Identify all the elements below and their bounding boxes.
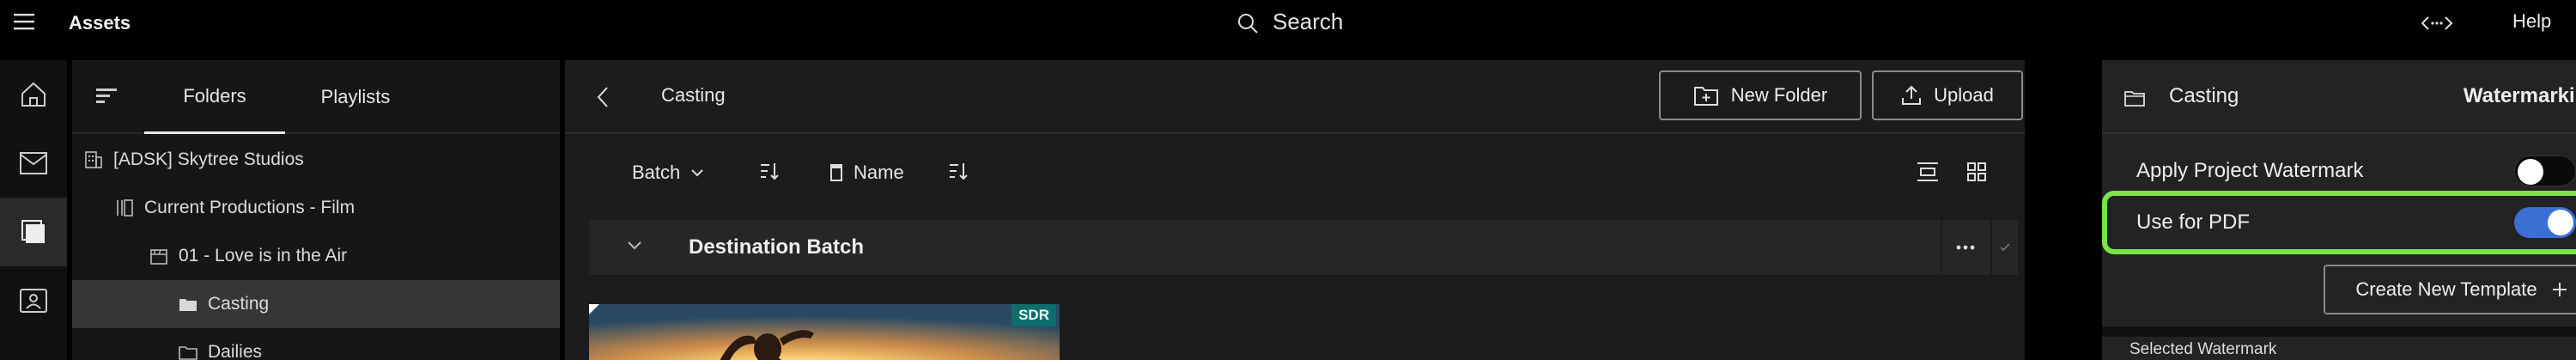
- tree-item-label: Current Productions - Film: [144, 198, 355, 217]
- sort-lines-icon[interactable]: [96, 88, 117, 105]
- panel-tabs: Folders Playlists: [72, 60, 560, 134]
- grid-view-icon[interactable]: [1966, 162, 1987, 182]
- film-strip-icon: [115, 198, 134, 217]
- hamburger-menu-icon[interactable]: [14, 12, 43, 36]
- top-bar: Assets Search Help: [0, 0, 2576, 48]
- tree-item-love-is-in-the-air[interactable]: 01 - Love is in the Air: [72, 232, 560, 280]
- inbox-icon[interactable]: [0, 129, 67, 198]
- sunset-image: [589, 304, 1060, 360]
- panel-section-title: Watermarking: [2463, 84, 2576, 107]
- sort-direction-icon[interactable]: [948, 162, 969, 180]
- create-new-template-button[interactable]: Create New Template: [2324, 265, 2576, 314]
- assets-icon[interactable]: [0, 198, 67, 266]
- app-title: Assets: [69, 12, 131, 34]
- back-chevron-icon[interactable]: [596, 86, 610, 108]
- main-content: Casting New Folder Upload Batch Name Des…: [565, 60, 2025, 360]
- tree-item-label: [ADSK] Skytree Studios: [113, 149, 304, 169]
- tree-item-label: 01 - Love is in the Air: [179, 246, 348, 265]
- new-folder-button[interactable]: New Folder: [1659, 70, 1862, 120]
- building-icon: [84, 150, 103, 169]
- search-box[interactable]: Search: [1236, 7, 1443, 38]
- batch-dropdown[interactable]: Batch: [632, 162, 704, 184]
- tree-item-casting[interactable]: Casting: [72, 280, 560, 328]
- help-link[interactable]: Help: [2512, 10, 2551, 33]
- collapse-chevron-icon[interactable]: [627, 241, 642, 251]
- new-folder-label: New Folder: [1730, 84, 1828, 106]
- divider: [2102, 326, 2576, 337]
- left-nav-rail: [0, 60, 67, 360]
- tab-playlists[interactable]: Playlists: [285, 60, 426, 134]
- selected-watermark-label: Selected Watermark: [2129, 340, 2277, 358]
- tree-item-dailies[interactable]: Dailies: [72, 328, 560, 360]
- panel-folder-title: Casting: [2169, 84, 2239, 107]
- tree-item-label: Casting: [208, 294, 270, 314]
- panel-header: Casting Watermarking: [2102, 60, 2576, 134]
- embed-code-icon[interactable]: [2420, 12, 2454, 36]
- tree-item-skytree-studios[interactable]: [ADSK] Skytree Studios: [72, 136, 560, 184]
- apply-watermark-toggle[interactable]: [2514, 156, 2576, 186]
- sdr-badge: SDR: [1012, 304, 1056, 326]
- use-for-pdf-row: Use for PDF: [2102, 191, 2576, 254]
- contacts-icon[interactable]: [0, 266, 67, 335]
- density-icon[interactable]: [1917, 162, 1939, 182]
- use-for-pdf-toggle[interactable]: [2514, 207, 2576, 238]
- clapper-icon: [149, 247, 168, 265]
- folder-outline-icon: [2124, 89, 2145, 107]
- create-template-label: Create New Template: [2355, 278, 2537, 300]
- folder-title: Casting: [661, 84, 726, 106]
- asset-thumbnail[interactable]: SDR: [589, 304, 1060, 360]
- batch-name: Destination Batch: [689, 235, 865, 259]
- folder-outline-icon: [179, 343, 197, 360]
- content-toolbar: Batch Name: [565, 134, 2025, 215]
- home-icon[interactable]: [0, 60, 67, 129]
- upload-icon: [1902, 85, 1922, 105]
- watermarking-panel: Casting Watermarking Apply Project Water…: [2102, 60, 2576, 360]
- file-icon: [830, 164, 842, 181]
- setting-label: Apply Project Watermark: [2136, 159, 2364, 182]
- plus-icon: [2552, 283, 2567, 296]
- tab-folders[interactable]: Folders: [144, 60, 285, 134]
- tree-item-label: Dailies: [208, 342, 263, 360]
- setting-label: Use for PDF: [2136, 211, 2251, 234]
- batch-group-header[interactable]: Destination Batch: [589, 220, 2018, 275]
- select-checkbox-icon[interactable]: [1990, 220, 2018, 275]
- apply-project-watermark-row: Apply Project Watermark: [2105, 144, 2576, 198]
- more-options-icon[interactable]: [1941, 220, 1989, 275]
- search-icon: [1236, 12, 1259, 34]
- content-header: Casting New Folder Upload: [565, 60, 2025, 134]
- group-sort-order-icon[interactable]: [759, 162, 780, 180]
- folders-panel: Folders Playlists [ADSK] Skytree Studios…: [72, 60, 560, 360]
- upload-label: Upload: [1934, 84, 1994, 106]
- search-placeholder: Search: [1273, 9, 1344, 34]
- batch-label: Batch: [632, 162, 681, 183]
- tree-item-current-productions[interactable]: Current Productions - Film: [72, 184, 560, 232]
- sort-name-label: Name: [854, 162, 904, 183]
- chevron-down-icon: [691, 169, 703, 177]
- upload-button[interactable]: Upload: [1872, 70, 2023, 120]
- sort-by-name-dropdown[interactable]: Name: [829, 162, 904, 184]
- folder-plus-icon: [1693, 87, 1718, 106]
- folder-icon: [179, 295, 197, 314]
